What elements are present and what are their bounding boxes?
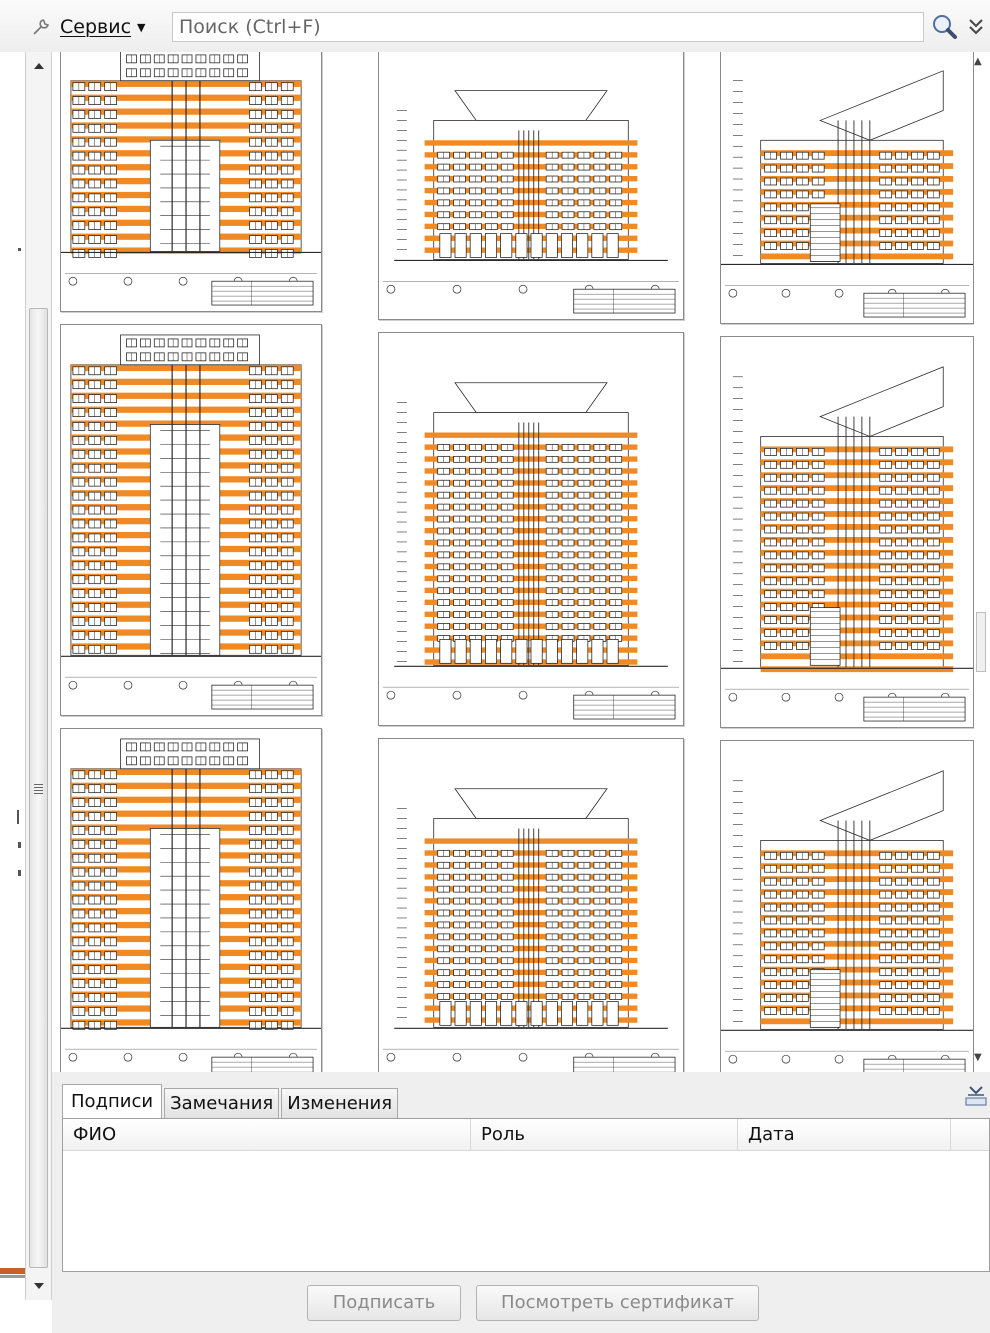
right-scrollbar-thumb[interactable] (976, 612, 986, 672)
document-viewer[interactable] (52, 52, 974, 1072)
triangle-down-icon (33, 1283, 44, 1289)
scroll-down-button[interactable] (26, 1272, 51, 1300)
right-scroll-up-icon[interactable]: ▲ (974, 56, 982, 67)
column-header-name[interactable]: ФИО (63, 1119, 471, 1150)
table-header: ФИО Роль Дата (63, 1119, 989, 1151)
tab-signatures[interactable]: Подписи (62, 1084, 163, 1118)
tools-menu-button[interactable]: Сервис ▼ (30, 12, 145, 42)
elevation-sheet-2[interactable] (378, 52, 684, 320)
elevation-sheet-1[interactable] (60, 52, 322, 312)
elevation-sheet-4[interactable] (60, 324, 322, 716)
bottom-panel: Подписи Замечания Изменения ФИО Роль Дат… (52, 1072, 990, 1333)
column-header-role[interactable]: Роль (471, 1119, 738, 1150)
scrollbar-thumb[interactable] (29, 308, 48, 1268)
vertical-scrollbar[interactable] (25, 52, 52, 1300)
grip-icon (34, 784, 43, 794)
search-field[interactable] (172, 12, 924, 42)
view-certificate-button[interactable]: Посмотреть сертификат (476, 1285, 759, 1321)
search-input[interactable] (173, 13, 923, 41)
column-header-date[interactable]: Дата (738, 1119, 951, 1150)
sign-button[interactable]: Подписать (307, 1285, 461, 1321)
tab-changes[interactable]: Изменения (281, 1088, 399, 1118)
panel-tabs: Подписи Замечания Изменения (62, 1084, 400, 1118)
tools-menu-label: Сервис (60, 16, 132, 38)
double-chevron-down-icon[interactable] (965, 14, 987, 38)
wrench-icon (33, 19, 49, 35)
triangle-up-icon (33, 63, 44, 69)
window-left-edge (0, 52, 22, 1333)
background-window-fragment-line (0, 1275, 26, 1278)
collapse-panel-icon[interactable] (963, 1082, 989, 1108)
caret-down-icon: ▼ (137, 20, 146, 34)
background-window-fragment (0, 1268, 26, 1274)
elevation-sheet-6[interactable] (720, 336, 974, 728)
tab-remarks[interactable]: Замечания (164, 1088, 280, 1118)
signatures-table[interactable]: ФИО Роль Дата (62, 1118, 990, 1272)
column-header-filler (951, 1119, 989, 1150)
search-icon[interactable] (930, 13, 958, 41)
elevation-sheet-7[interactable] (60, 728, 322, 1072)
viewer-right-scrollbar[interactable] (974, 52, 990, 1072)
elevation-sheet-3[interactable] (720, 52, 974, 324)
toolbar: Сервис ▼ (0, 0, 990, 52)
scroll-up-button[interactable] (26, 52, 51, 80)
action-buttons: Подписать Посмотреть сертификат (52, 1285, 990, 1325)
right-scroll-down-icon[interactable]: ▼ (974, 1052, 982, 1063)
elevation-sheet-9[interactable] (720, 740, 974, 1072)
elevation-sheet-8[interactable] (378, 738, 684, 1072)
elevation-sheet-5[interactable] (378, 332, 684, 726)
